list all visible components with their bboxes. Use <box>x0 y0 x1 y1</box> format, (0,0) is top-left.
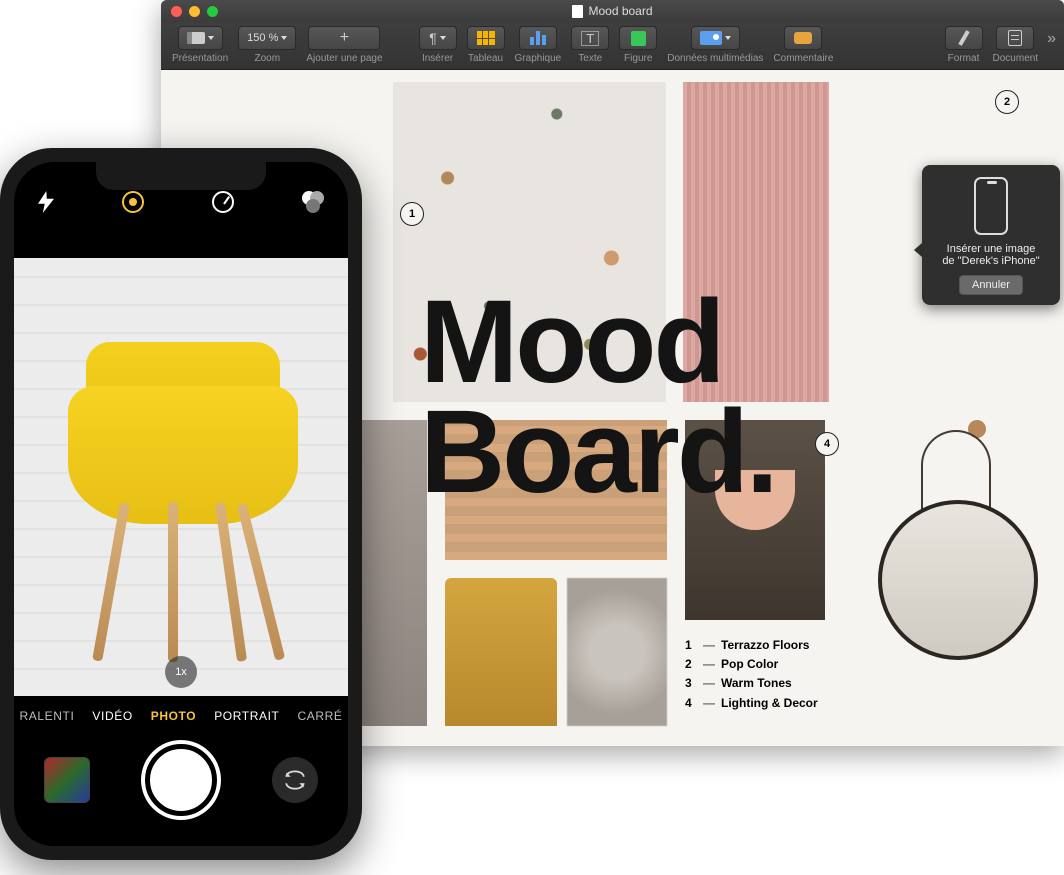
presentation-button[interactable] <box>178 26 223 50</box>
chevron-down-icon <box>725 36 731 40</box>
chevron-down-icon <box>208 36 214 40</box>
image-couch[interactable] <box>445 578 557 726</box>
toolbar-comment: Commentaire <box>768 26 838 64</box>
legend-row: 2—Pop Color <box>685 655 818 674</box>
legend-list: 1—Terrazzo Floors 2—Pop Color 3—Warm Ton… <box>685 636 818 713</box>
media-icon <box>700 31 722 45</box>
camera-viewfinder[interactable]: 1x <box>14 258 348 696</box>
window-title: Mood board <box>161 4 1064 18</box>
table-icon <box>477 31 495 45</box>
iphone-notch <box>96 162 266 190</box>
popover-text-line1: Insérer une image <box>932 243 1050 255</box>
toolbar-zoom: 150 % Zoom <box>233 26 301 64</box>
chevron-down-icon <box>281 36 287 40</box>
chart-icon <box>530 31 546 45</box>
mode-carre[interactable]: CARRÉ <box>297 709 342 723</box>
badge-1: 1 <box>400 202 424 226</box>
phone-outline-icon <box>974 177 1008 235</box>
plus-icon: + <box>340 30 349 46</box>
view-icon <box>187 32 205 44</box>
titlebar: Mood board <box>161 0 1064 22</box>
flip-camera-icon <box>282 767 308 793</box>
toolbar-shape: Figure <box>614 26 662 64</box>
toolbar-overflow[interactable]: » <box>1043 26 1058 48</box>
zoom-button[interactable]: 150 % <box>238 26 296 50</box>
mode-video[interactable]: VIDÉO <box>92 709 132 723</box>
chevron-down-icon <box>440 36 446 40</box>
toolbar-text: T Texte <box>566 26 614 64</box>
shape-icon <box>631 31 646 46</box>
mode-photo[interactable]: PHOTO <box>151 709 196 723</box>
media-button[interactable] <box>691 26 740 50</box>
headline-line2: Board. <box>420 398 776 508</box>
legend-row: 1—Terrazzo Floors <box>685 636 818 655</box>
popover-text-line2: de "Derek's iPhone" <box>932 255 1050 267</box>
document-button[interactable] <box>996 26 1034 50</box>
table-button[interactable] <box>467 26 505 50</box>
flash-icon[interactable] <box>38 191 54 213</box>
toolbar-media: Données multimédias <box>662 26 768 64</box>
headline-line1: Mood <box>420 288 776 398</box>
window-title-text: Mood board <box>588 4 652 18</box>
badge-2: 2 <box>995 90 1019 114</box>
toolbar-add-page: + Ajouter une page <box>301 26 387 64</box>
format-button[interactable] <box>945 26 983 50</box>
toolbar-document: Document <box>988 26 1044 64</box>
text-button[interactable]: T <box>571 26 609 50</box>
chart-button[interactable] <box>519 26 557 50</box>
toolbar-chart: Graphique <box>510 26 567 64</box>
comment-icon <box>794 32 812 44</box>
flip-camera-button[interactable] <box>272 757 318 803</box>
toolbar: Présentation 150 % Zoom + Ajouter une pa… <box>161 22 1064 70</box>
viewfinder-subject-chair <box>68 342 298 662</box>
paragraph-icon: ¶ <box>429 31 437 45</box>
mode-portrait[interactable]: PORTRAIT <box>214 709 279 723</box>
continuity-camera-popover: Insérer une image de "Derek's iPhone" An… <box>922 165 1060 305</box>
headline[interactable]: Mood Board. <box>420 288 776 507</box>
iphone-device: 1x RALENTI VIDÉO PHOTO PORTRAIT CARRÉ <box>0 148 362 860</box>
shape-button[interactable] <box>619 26 657 50</box>
camera-bottom-bar <box>14 730 348 830</box>
image-mirror[interactable] <box>843 410 1053 726</box>
document-icon <box>572 5 583 18</box>
shutter-button[interactable] <box>145 744 217 816</box>
legend-row: 3—Warm Tones <box>685 674 818 693</box>
badge-4: 4 <box>815 432 839 456</box>
insert-button[interactable]: ¶ <box>419 26 457 50</box>
zoom-toggle[interactable]: 1x <box>165 656 197 688</box>
mirror-glass <box>878 500 1038 660</box>
cancel-button[interactable]: Annuler <box>959 275 1023 295</box>
add-page-button[interactable]: + <box>308 26 380 50</box>
image-fur[interactable] <box>567 578 667 726</box>
toolbar-presentation: Présentation <box>167 26 233 64</box>
toolbar-insert: ¶ Insérer <box>414 26 462 64</box>
iphone-screen: 1x RALENTI VIDÉO PHOTO PORTRAIT CARRÉ <box>14 162 348 846</box>
toolbar-table: Tableau <box>462 26 510 64</box>
mode-ralenti[interactable]: RALENTI <box>20 709 75 723</box>
comment-button[interactable] <box>784 26 822 50</box>
zoom-value: 150 % <box>247 32 278 44</box>
document-icon <box>1008 30 1022 46</box>
legend-row: 4—Lighting & Decor <box>685 694 818 713</box>
text-icon: T <box>581 31 599 46</box>
camera-mode-selector[interactable]: RALENTI VIDÉO PHOTO PORTRAIT CARRÉ <box>14 702 348 730</box>
last-photo-thumbnail[interactable] <box>44 757 90 803</box>
live-photo-icon[interactable] <box>122 191 144 213</box>
toolbar-format: Format <box>940 26 988 64</box>
filters-icon[interactable] <box>302 191 324 213</box>
brush-icon <box>958 30 969 46</box>
timer-icon[interactable] <box>212 191 234 213</box>
